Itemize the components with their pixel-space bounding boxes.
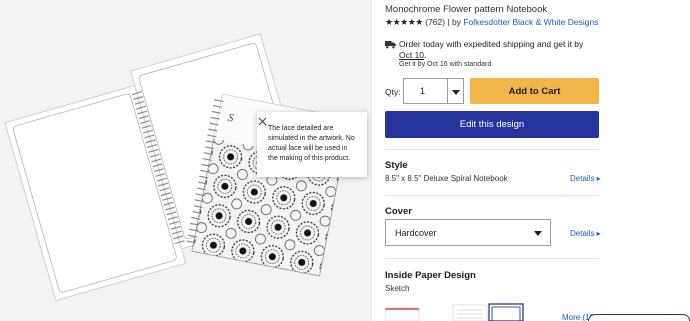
product-details-panel: Monochrome Flower pattern Notebook ★★★★★… bbox=[385, 0, 690, 321]
paper-value: Sketch bbox=[385, 284, 410, 293]
divider bbox=[385, 258, 599, 259]
cover-title: Cover bbox=[385, 206, 412, 217]
edit-design-button[interactable]: Edit this design bbox=[385, 111, 599, 138]
rating-row: ★★★★★ (762) | by Folkesdotter Black & Wh… bbox=[385, 17, 598, 28]
divider bbox=[385, 195, 599, 196]
lace-disclaimer-tooltip: The lace detailed are simulated in the a… bbox=[257, 112, 367, 177]
caret-down-icon bbox=[452, 90, 460, 95]
tooltip-line: the making of this product. bbox=[268, 155, 351, 162]
product-image: S The lace detailed are simulated in the… bbox=[0, 0, 371, 321]
tooltip-line: The lace detailed are bbox=[268, 125, 334, 132]
divider bbox=[385, 149, 599, 150]
cover-value: Hardcover bbox=[395, 228, 437, 238]
add-to-cart-button[interactable]: Add to Cart bbox=[470, 78, 599, 104]
paper-option-sketch[interactable] bbox=[385, 307, 420, 321]
cover-details-link[interactable]: Details ▸ bbox=[570, 229, 601, 238]
paper-option-framed[interactable] bbox=[488, 303, 524, 321]
paper-title: Inside Paper Design bbox=[385, 270, 476, 281]
close-icon[interactable] bbox=[257, 116, 268, 127]
floating-action-button[interactable] bbox=[588, 314, 690, 321]
style-title: Style bbox=[385, 160, 408, 171]
panel-divider bbox=[371, 0, 372, 321]
shipping-expedited: Order today with expedited shipping and … bbox=[399, 39, 584, 49]
qty-value: 1 bbox=[420, 86, 426, 96]
tooltip-line: simulated in the artwork. No bbox=[268, 135, 355, 142]
shipping-standard: Get it by Oct 16 with standard bbox=[399, 61, 492, 68]
qty-select[interactable]: 1 bbox=[403, 78, 448, 104]
style-details-link[interactable]: Details ▸ bbox=[570, 174, 601, 183]
paper-option-lined[interactable] bbox=[452, 304, 488, 321]
qty-label: Qty: bbox=[385, 87, 401, 97]
style-value: 8.5" x 8.5" Deluxe Spiral Notebook bbox=[385, 174, 508, 183]
star-rating-icon[interactable]: ★★★★★ bbox=[385, 17, 423, 27]
truck-icon bbox=[385, 41, 396, 49]
by-label: | by bbox=[447, 17, 461, 27]
cover-select[interactable]: Hardcover bbox=[385, 219, 551, 246]
caret-down-icon bbox=[534, 231, 542, 236]
tooltip-line: actual lace will be used in bbox=[268, 145, 348, 152]
product-title: Monochrome Flower pattern Notebook bbox=[385, 4, 548, 15]
review-count[interactable]: (762) bbox=[425, 17, 445, 27]
seller-link[interactable]: Folkesdotter Black & White Designs bbox=[463, 17, 598, 27]
qty-dropdown-button[interactable] bbox=[448, 78, 464, 104]
